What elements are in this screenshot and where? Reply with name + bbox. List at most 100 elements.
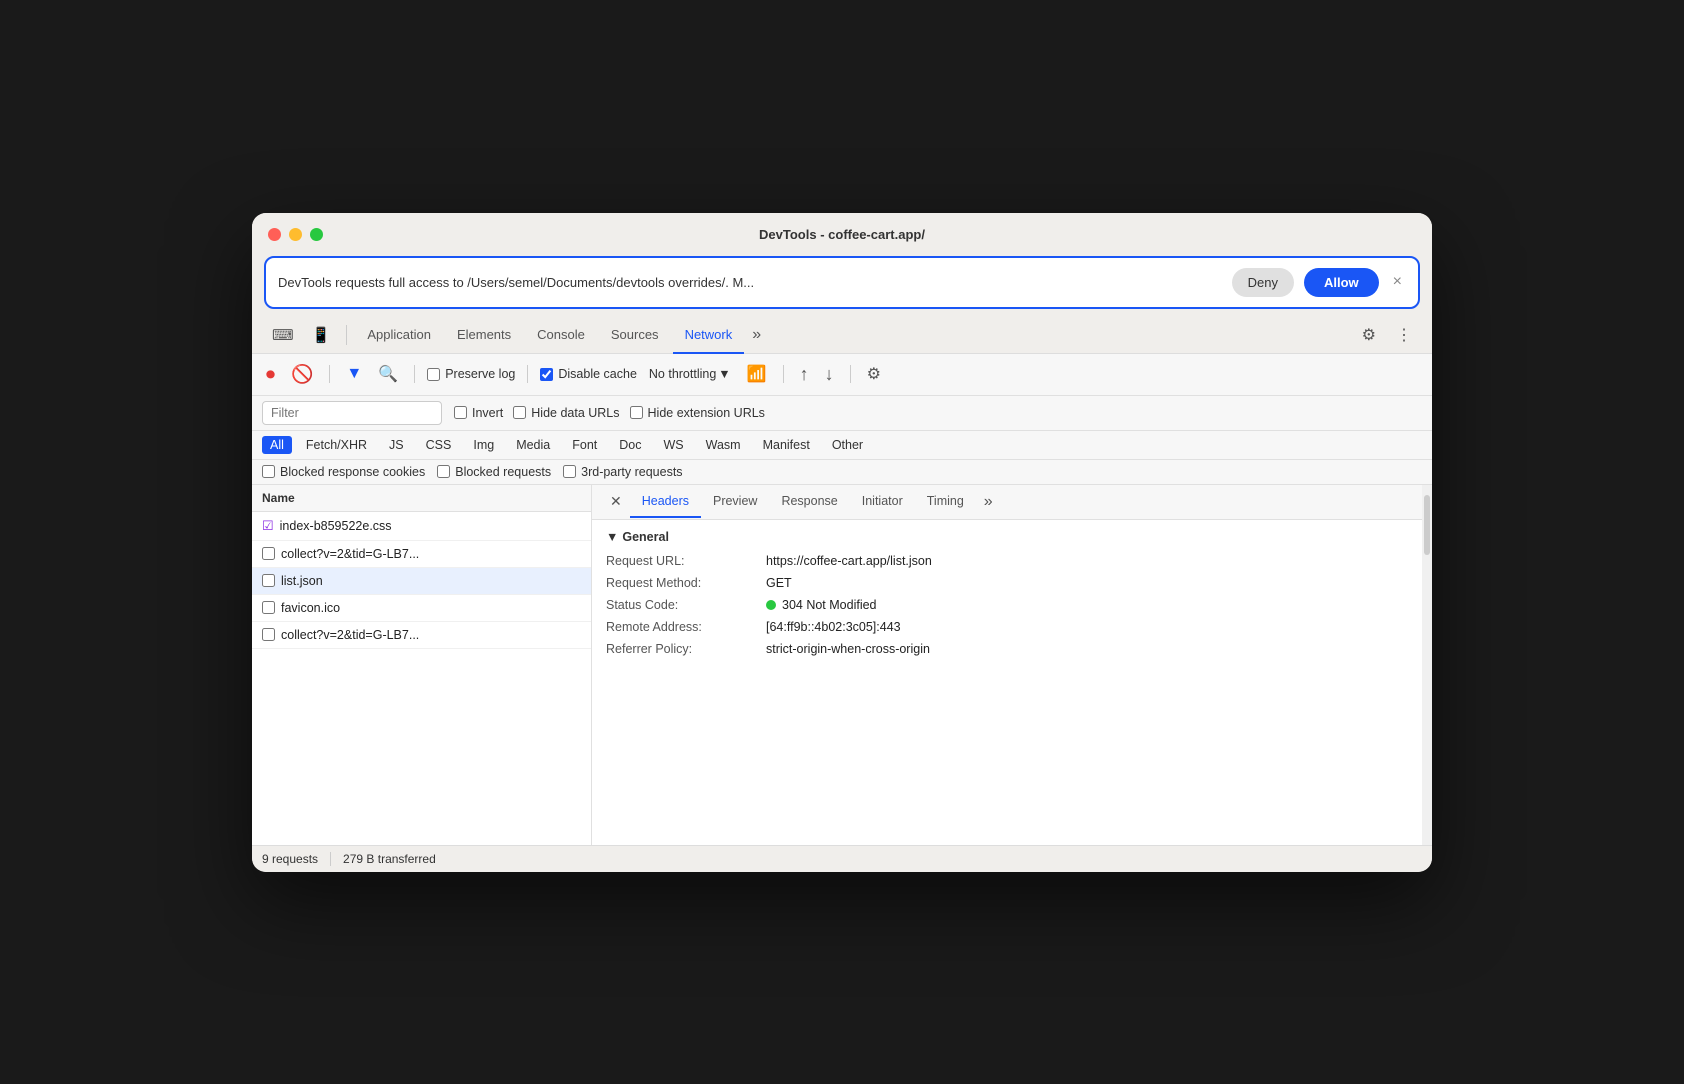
detail-tabs: ✕ Headers Preview Response Initiator Tim… (592, 485, 1422, 520)
clear-button[interactable]: 🚫 (287, 360, 317, 389)
tab-console[interactable]: Console (525, 317, 597, 354)
blocked-requests-checkbox[interactable] (437, 465, 450, 478)
record-stop-button[interactable]: ⏺ (262, 360, 279, 389)
hide-ext-urls-checkbox[interactable] (630, 406, 643, 419)
detail-key-method: Request Method: (606, 576, 766, 590)
invert-checkbox[interactable] (454, 406, 467, 419)
type-css[interactable]: CSS (418, 436, 460, 454)
tab-elements[interactable]: Elements (445, 317, 523, 354)
hide-data-urls-label[interactable]: Hide data URLs (513, 406, 619, 420)
detail-tab-more[interactable]: » (980, 485, 997, 519)
upload-icon[interactable]: ↑ (796, 360, 813, 389)
file-name-collect2: collect?v=2&tid=G-LB7... (281, 628, 419, 642)
traffic-lights (268, 228, 323, 241)
tab-application[interactable]: Application (355, 317, 443, 354)
type-all[interactable]: All (262, 436, 292, 454)
settings-icon[interactable]: ⚙ (1354, 319, 1384, 351)
detail-value-method: GET (766, 576, 792, 590)
deny-button[interactable]: Deny (1232, 268, 1294, 297)
blocked-requests-label[interactable]: Blocked requests (437, 465, 551, 479)
search-icon[interactable]: 🔍 (374, 360, 402, 388)
invert-label[interactable]: Invert (454, 406, 503, 420)
preserve-log-label[interactable]: Preserve log (427, 367, 515, 381)
type-ws[interactable]: WS (655, 436, 691, 454)
detail-value-url: https://coffee-cart.app/list.json (766, 554, 932, 568)
file-item-favicon[interactable]: favicon.ico (252, 595, 591, 622)
maximize-button[interactable] (310, 228, 323, 241)
type-js[interactable]: JS (381, 436, 412, 454)
cursor-icon[interactable]: ⌨ (264, 318, 302, 352)
filter-icon[interactable]: ▼ (342, 361, 366, 387)
hide-data-urls-checkbox[interactable] (513, 406, 526, 419)
hide-ext-urls-label[interactable]: Hide extension URLs (630, 406, 765, 420)
detail-tab-headers[interactable]: Headers (630, 486, 701, 518)
type-font[interactable]: Font (564, 436, 605, 454)
requests-count: 9 requests (262, 852, 318, 866)
file-item-listjson[interactable]: list.json (252, 568, 591, 595)
third-party-label[interactable]: 3rd-party requests (563, 465, 682, 479)
detail-value-remote: [64:ff9b::4b02:3c05]:443 (766, 620, 901, 634)
file-checkbox-favicon[interactable] (262, 601, 275, 614)
minimize-button[interactable] (289, 228, 302, 241)
type-doc[interactable]: Doc (611, 436, 649, 454)
status-dot-icon (766, 600, 776, 610)
more-options-icon[interactable]: ⋮ (1388, 319, 1420, 351)
type-img[interactable]: Img (465, 436, 502, 454)
allow-button[interactable]: Allow (1304, 268, 1379, 297)
filter-input[interactable] (262, 401, 442, 425)
detail-tab-response[interactable]: Response (769, 486, 849, 518)
detail-close-button[interactable]: ✕ (602, 485, 630, 518)
detail-tab-timing[interactable]: Timing (915, 486, 976, 518)
wifi-icon[interactable]: 📶 (743, 360, 771, 388)
main-area: Name ☑ index-b859522e.css collect?v=2&ti… (252, 485, 1432, 845)
detail-value-referrer: strict-origin-when-cross-origin (766, 642, 930, 656)
scrollbar[interactable] (1422, 485, 1432, 845)
type-other[interactable]: Other (824, 436, 871, 454)
disable-cache-label[interactable]: Disable cache (540, 367, 637, 381)
download-icon[interactable]: ↓ (821, 360, 838, 389)
file-checkbox-collect2[interactable] (262, 628, 275, 641)
type-manifest[interactable]: Manifest (755, 436, 818, 454)
footer-bar: 9 requests 279 B transferred (252, 845, 1432, 872)
tab-more-icon[interactable]: » (746, 318, 767, 352)
detail-tab-preview[interactable]: Preview (701, 486, 769, 518)
close-button[interactable] (268, 228, 281, 241)
throttle-selector[interactable]: No throttling ▼ (645, 365, 735, 383)
blocked-cookies-checkbox[interactable] (262, 465, 275, 478)
network-settings-icon[interactable]: ⚙ (863, 360, 885, 388)
devtools-window: DevTools - coffee-cart.app/ DevTools req… (252, 213, 1432, 872)
file-checkbox-css[interactable]: ☑ (262, 518, 274, 534)
detail-key-url: Request URL: (606, 554, 766, 568)
detail-row-referrer: Referrer Policy: strict-origin-when-cros… (606, 642, 1408, 656)
device-icon[interactable]: 📱 (304, 318, 339, 352)
blocked-bar: Blocked response cookies Blocked request… (252, 460, 1432, 485)
disable-cache-checkbox[interactable] (540, 368, 553, 381)
scrollbar-thumb[interactable] (1424, 495, 1430, 555)
type-media[interactable]: Media (508, 436, 558, 454)
tab-settings: ⚙ ⋮ (1354, 319, 1420, 351)
blocked-cookies-label[interactable]: Blocked response cookies (262, 465, 425, 479)
preserve-log-checkbox[interactable] (427, 368, 440, 381)
third-party-checkbox[interactable] (563, 465, 576, 478)
type-wasm[interactable]: Wasm (698, 436, 749, 454)
detail-tab-initiator[interactable]: Initiator (850, 486, 915, 518)
tab-sources[interactable]: Sources (599, 317, 671, 354)
tab-network[interactable]: Network (673, 317, 745, 354)
permission-close-button[interactable]: × (1389, 273, 1406, 291)
detail-key-referrer: Referrer Policy: (606, 642, 766, 656)
file-checkbox-listjson[interactable] (262, 574, 275, 587)
type-fetch-xhr[interactable]: Fetch/XHR (298, 436, 375, 454)
detail-row-remote: Remote Address: [64:ff9b::4b02:3c05]:443 (606, 620, 1408, 634)
detail-row-status: Status Code: 304 Not Modified (606, 598, 1408, 612)
detail-key-status: Status Code: (606, 598, 766, 612)
file-name-collect1: collect?v=2&tid=G-LB7... (281, 547, 419, 561)
file-checkbox-collect1[interactable] (262, 547, 275, 560)
file-item-collect1[interactable]: collect?v=2&tid=G-LB7... (252, 541, 591, 568)
file-item-collect2[interactable]: collect?v=2&tid=G-LB7... (252, 622, 591, 649)
permission-bar: DevTools requests full access to /Users/… (264, 256, 1420, 309)
tab-bar: ⌨ 📱 Application Elements Console Sources… (252, 317, 1432, 354)
file-item-css[interactable]: ☑ index-b859522e.css (252, 512, 591, 541)
file-name-css: index-b859522e.css (280, 519, 392, 533)
throttle-arrow: ▼ (718, 367, 730, 381)
filter-checkboxes: Invert Hide data URLs Hide extension URL… (454, 406, 765, 420)
